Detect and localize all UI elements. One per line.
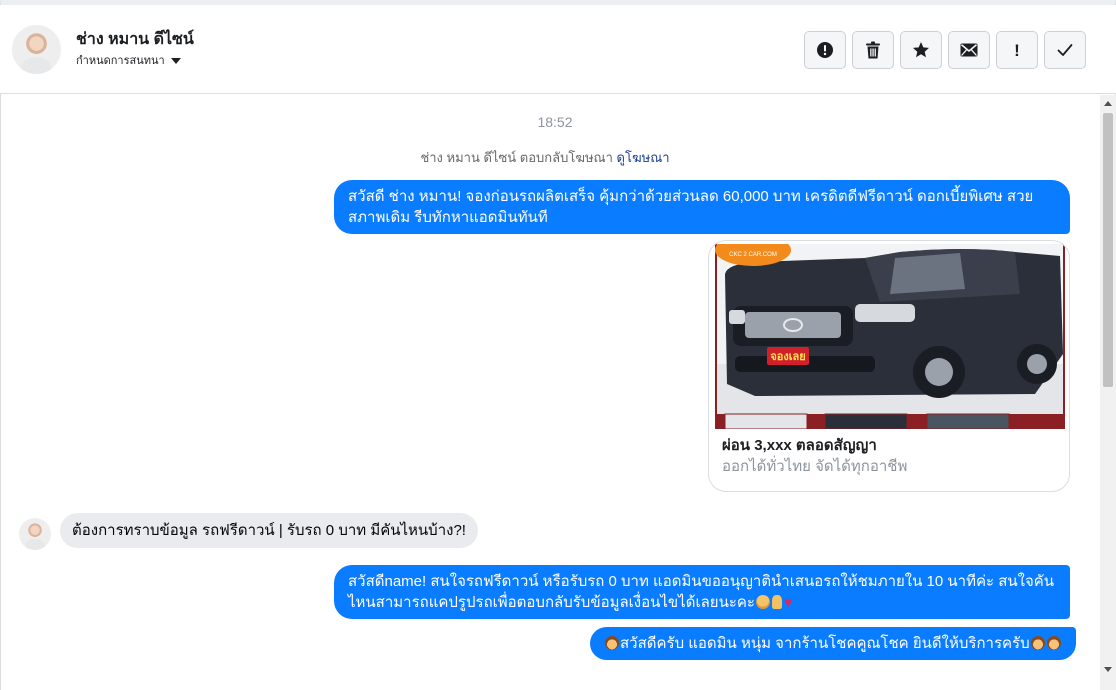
report-spam-button[interactable] [804,31,846,69]
customer-avatar[interactable] [19,518,51,550]
outgoing-message[interactable]: สวัสดีname! สนใจรถฟรีดาวน์ หรือรับรถ 0 บ… [334,565,1070,619]
contact-avatar[interactable] [12,25,61,74]
outgoing-message[interactable]: สวัสดี ช่าง หมาน! จองก่อนรถผลิตเสร็จ คุ้… [334,180,1070,234]
scroll-down-arrow-icon[interactable] [1104,667,1112,672]
conversation-toolbar: ! [804,31,1086,69]
ad-card-image: CKC 2 CAR.COM จองเลย [715,244,1065,429]
scroll-up-arrow-icon[interactable] [1104,101,1112,106]
man-emoji [1030,636,1045,650]
ad-image-badge: CKC 2 CAR.COM [729,252,777,258]
view-ad-link[interactable]: ดูโฆษณา [617,150,670,165]
ad-card-subtitle: ออกได้ทั่วไทย จัดได้ทุกอาชีพ [722,458,908,475]
outgoing-message[interactable]: สวัสดีครับ แอดมิน หนุ่ม จากร้านโชคคูณโชค… [590,627,1076,660]
message-text: สวัสดีname! สนใจรถฟรีดาวน์ หรือรับรถ 0 บ… [348,573,1055,611]
mark-done-button[interactable] [1044,31,1086,69]
exclamation-icon: ! [1014,40,1020,60]
message-text: สวัสดีครับ แอดมิน หนุ่ม จากร้านโชคคูณโชค… [620,635,1030,652]
message-timestamp: 18:52 [537,114,573,130]
man-emoji [605,636,619,650]
ad-reply-text: ช่าง หมาน ดีไซน์ ตอบกลับโฆษณา [420,150,613,165]
ad-reply-notice: ช่าง หมาน ดีไซน์ ตอบกลับโฆษณา ดูโฆษณา [0,147,1090,168]
red-heart-emoji: ♥ [783,594,793,610]
conversation-scrollbar[interactable] [1100,95,1116,690]
man-emoji [1046,636,1061,650]
star-icon [913,42,929,58]
mark-unread-button[interactable] [948,31,990,69]
ad-card[interactable]: CKC 2 CAR.COM จองเลย ผ่อน 3,xxx ตลอดสัญญ… [708,240,1070,492]
conversation-thread[interactable]: 18:52 ช่าง หมาน ดีไซน์ ตอบกลับโฆษณา ดูโฆ… [0,95,1100,690]
message-text: ต้องการทราบข้อมูล รถฟรีดาวน์ | รับรถ 0 บ… [72,522,466,539]
message-text: สวัสดี ช่าง หมาน! จองก่อนรถผลิตเสร็จ คุ้… [348,188,1034,226]
envelope-icon [960,43,978,57]
alert-circle-icon [817,42,833,58]
scroll-thumb[interactable] [1103,113,1113,387]
contact-name[interactable]: ช่าง หมาน ดีไซน์ [76,27,194,52]
pray-emoji [771,595,782,609]
smiling-hearts-emoji [755,595,770,609]
conversation-label-text: กำหนดการสนทนา [76,55,165,67]
star-button[interactable] [900,31,942,69]
incoming-message[interactable]: ต้องการทราบข้อมูล รถฟรีดาวน์ | รับรถ 0 บ… [60,513,478,548]
trash-icon [866,41,880,59]
checkmark-icon [1057,44,1073,56]
conversation-header: ช่าง หมาน ดีไซน์ กำหนดการสนทนา ! [0,5,1116,94]
caret-down-icon [170,57,181,64]
conversation-label-dropdown[interactable]: กำหนดการสนทนา [76,51,181,69]
delete-button[interactable] [852,31,894,69]
ad-image-stamp: จองเลย [770,351,805,363]
follow-up-button[interactable]: ! [996,31,1038,69]
